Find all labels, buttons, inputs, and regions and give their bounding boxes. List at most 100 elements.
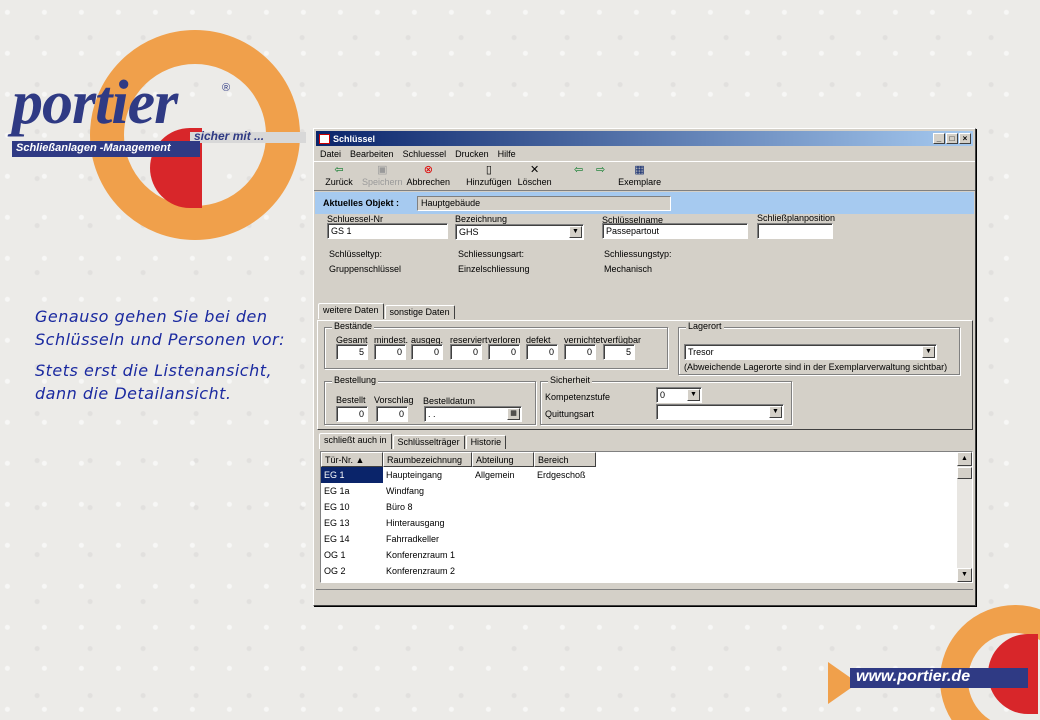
window-titlebar: Schlüssel _ □ × (316, 131, 973, 146)
loeschen-label: Löschen (517, 177, 552, 187)
arrow-left-icon: ⇦ (574, 164, 584, 176)
quittungsart-select[interactable]: ▼ (656, 404, 784, 420)
table-header: Tür-Nr. ▲ Raumbezeichnung Abteilung Bere… (321, 452, 972, 467)
vertical-scrollbar[interactable]: ▲ ▼ (957, 452, 972, 582)
bestellung-title: Bestellung (332, 375, 379, 385)
instruction-paragraph-1: Genauso gehen Sie bei den Schlüsseln und… (35, 307, 286, 349)
table-cell: Büro 8 (386, 502, 413, 512)
table-cell: Konferenzraum 2 (386, 566, 456, 576)
schluesselname-input[interactable]: Passepartout (602, 223, 748, 239)
bestand-ausgeg-input[interactable]: 0 (411, 344, 443, 360)
tab-sonstige-daten[interactable]: sonstige Daten (384, 305, 455, 319)
table-row[interactable]: OG 3Cafeteria (321, 579, 972, 583)
close-button[interactable]: × (959, 133, 971, 144)
table-row[interactable]: EG 13 Hinterausgang (321, 515, 972, 531)
kompetenzstufe-select[interactable]: 0 ▼ (656, 387, 702, 403)
bestand-defekt-input[interactable]: 0 (526, 344, 558, 360)
lagerort-select[interactable]: Tresor ▼ (684, 344, 937, 360)
calendar-icon[interactable]: ▦ (507, 408, 520, 420)
bestellt-input[interactable]: 0 (336, 406, 368, 422)
status-bar (316, 589, 973, 603)
vorschlag-input[interactable]: 0 (376, 406, 408, 422)
instruction-paragraph-2: Stets erst die Listenansicht, dann die D… (35, 361, 273, 403)
bestand-mindest-input[interactable]: 0 (374, 344, 406, 360)
tab-schliesst-auch-in[interactable]: schließt auch in (319, 433, 392, 449)
table-row[interactable]: OG 2 Konferenzraum 2 (321, 563, 972, 579)
maximize-button[interactable]: □ (946, 133, 958, 144)
bestelldatum-input[interactable]: . . ▦ (424, 406, 522, 422)
schluessel-nr-input[interactable]: GS 1 (327, 223, 448, 239)
bestaende-title: Bestände (332, 321, 375, 331)
abbrechen-label: Abbrechen (406, 177, 451, 187)
menu-bearbeiten[interactable]: Bearbeiten (350, 149, 394, 159)
scroll-up-icon[interactable]: ▲ (957, 452, 972, 466)
column-header-abteilung[interactable]: Abteilung (472, 452, 534, 467)
schluessel-window: Schlüssel _ □ × Datei Bearbeiten Schlues… (313, 128, 976, 606)
tueren-table: Tür-Nr. ▲ Raumbezeichnung Abteilung Bere… (320, 451, 973, 583)
abbrechen-button[interactable]: ⊗ Abbrechen (407, 162, 451, 187)
column-header-bereich[interactable]: Bereich (534, 452, 596, 467)
chevron-down-icon[interactable]: ▼ (922, 346, 935, 358)
exemplare-button[interactable]: ▦ Exemplare (614, 162, 666, 187)
menu-hilfe[interactable]: Hilfe (498, 149, 516, 159)
table-row[interactable]: EG 1 Haupteingang Allgemein Erdgeschoß (321, 467, 972, 483)
instruction-text: Genauso gehen Sie bei den Schlüsseln und… (35, 305, 295, 405)
table-row[interactable]: EG 10 Büro 8 (321, 499, 972, 515)
table-row[interactable]: EG 14 Fahrradkeller (321, 531, 972, 547)
portier-url-logo: www.portier.de (820, 600, 1040, 720)
menu-drucken[interactable]: Drucken (455, 149, 489, 159)
speichern-label: Speichern (362, 177, 403, 187)
column-header-raumbezeichnung[interactable]: Raumbezeichnung (383, 452, 472, 467)
bestand-vernichtet-input[interactable]: 0 (564, 344, 596, 360)
new-document-icon: ▯ (485, 164, 492, 176)
chevron-down-icon[interactable]: ▼ (687, 389, 700, 401)
portier-logo: portier ® sicher mit ... Schließanlagen … (0, 20, 310, 240)
floppy-icon: ▣ (377, 164, 388, 176)
table-cell: Haupteingang (386, 470, 443, 480)
lagerort-value: Tresor (688, 347, 714, 357)
table-row[interactable]: EG 1a Windfang (321, 483, 972, 499)
next-record-button[interactable]: ⇨ (592, 162, 610, 177)
table-cell: Erdgeschoß (537, 470, 586, 480)
bestand-gesamt-input[interactable]: 5 (336, 344, 368, 360)
table-row[interactable]: OG 1 Konferenzraum 1 (321, 547, 972, 563)
prev-record-button[interactable]: ⇦ (570, 162, 588, 177)
schliessungstyp-value: Mechanisch (604, 264, 653, 274)
lagerort-note: (Abweichende Lagerorte sind in der Exemp… (684, 362, 948, 372)
current-object-field[interactable]: Hauptgebäude (417, 195, 672, 211)
menu-datei[interactable]: Datei (320, 149, 341, 159)
bestellt-label: Bestellt (336, 395, 366, 405)
menu-schluessel[interactable]: Schluessel (403, 149, 447, 159)
table-cell: Allgemein (475, 470, 515, 480)
exemplare-label: Exemplare (618, 177, 662, 187)
scroll-thumb[interactable] (957, 467, 972, 479)
schluesseltyp-label: Schlüsseltyp: (329, 249, 383, 259)
speichern-button[interactable]: ▣ Speichern (362, 162, 403, 187)
bestand-reserviert-input[interactable]: 0 (450, 344, 482, 360)
cancel-icon: ⊗ (423, 164, 433, 176)
schluesseltyp-value: Gruppenschlüssel (329, 264, 402, 274)
schliessplan-input[interactable] (757, 223, 833, 239)
chevron-down-icon[interactable]: ▼ (769, 406, 782, 418)
bestand-verloren-input[interactable]: 0 (488, 344, 520, 360)
chevron-down-icon[interactable]: ▼ (569, 226, 582, 238)
current-object-label: Aktuelles Objekt : (323, 198, 400, 208)
bezeichnung-select[interactable]: GHS ▼ (455, 224, 584, 240)
hinzufuegen-button[interactable]: ▯ Hinzufügen (466, 162, 512, 187)
table-cell: Windfang (386, 486, 425, 496)
arrow-right-icon: ⇨ (596, 164, 606, 176)
tab-weitere-daten[interactable]: weitere Daten (318, 303, 384, 319)
column-header-tuer-nr[interactable]: Tür-Nr. ▲ (321, 452, 383, 467)
bestand-verfuegbar-input[interactable]: 5 (603, 344, 635, 360)
delete-icon: ✕ (530, 164, 540, 176)
table-cell: OG 3 (321, 582, 383, 583)
tab-schluesseltraeger[interactable]: Schlüsselträger (392, 435, 465, 449)
minimize-button[interactable]: _ (933, 133, 945, 144)
tab-historie[interactable]: Historie (465, 435, 507, 449)
table-cell: Konferenzraum 1 (386, 550, 456, 560)
scroll-down-icon[interactable]: ▼ (957, 568, 972, 582)
loeschen-button[interactable]: ✕ Löschen (516, 162, 554, 187)
zurueck-button[interactable]: ⇦ Zurück (320, 162, 358, 187)
table-cell: OG 1 (324, 550, 346, 560)
arrow-left-icon: ⇦ (334, 164, 344, 176)
